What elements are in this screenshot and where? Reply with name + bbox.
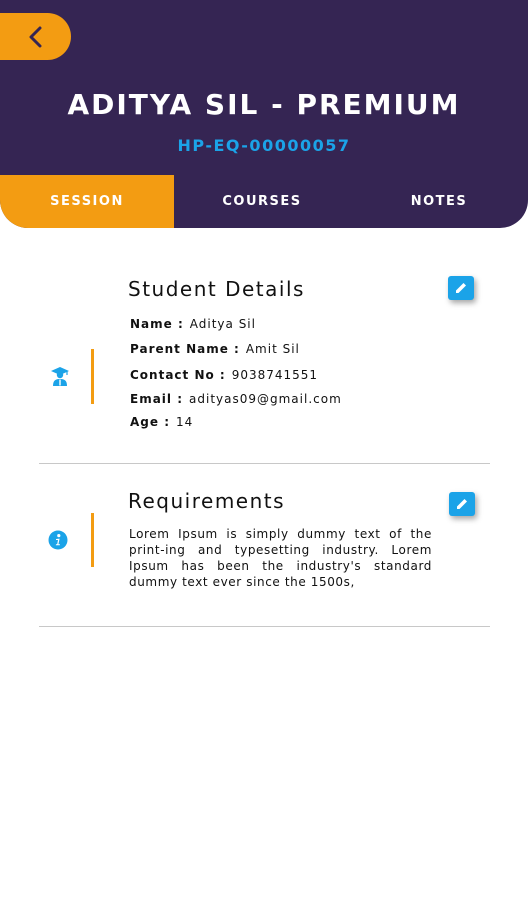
field-age: Age : 14 bbox=[130, 415, 193, 429]
field-email-value: adityas09@gmail.com bbox=[189, 392, 342, 406]
requirements-text: Lorem Ipsum is simply dummy text of the … bbox=[129, 527, 432, 589]
field-email-label: Email : bbox=[130, 392, 184, 406]
student-details-accent bbox=[91, 349, 94, 404]
edit-requirements-button[interactable] bbox=[449, 492, 475, 516]
profile-header: ADITYA SIL - PREMIUM HP-EQ-00000057 SESS… bbox=[0, 0, 528, 228]
student-details-title: Student Details bbox=[128, 277, 305, 301]
field-contact-label: Contact No : bbox=[130, 368, 226, 382]
graduate-icon bbox=[50, 366, 70, 386]
field-email: Email : adityas09@gmail.com bbox=[130, 392, 342, 406]
tab-courses[interactable]: COURSES bbox=[174, 175, 350, 228]
requirements-accent bbox=[91, 513, 94, 567]
tab-notes[interactable]: NOTES bbox=[350, 175, 528, 228]
field-parent-name-label: Parent Name : bbox=[130, 342, 240, 356]
section-divider bbox=[39, 626, 490, 627]
chevron-left-icon bbox=[29, 26, 41, 47]
field-parent-name: Parent Name : Amit Sil bbox=[130, 342, 300, 356]
student-id: HP-EQ-00000057 bbox=[177, 136, 351, 155]
pencil-icon bbox=[457, 499, 467, 509]
field-age-label: Age : bbox=[130, 415, 170, 429]
field-name-value: Aditya Sil bbox=[189, 317, 256, 331]
field-parent-name-value: Amit Sil bbox=[245, 342, 300, 356]
section-divider bbox=[39, 463, 490, 464]
pencil-icon bbox=[456, 283, 466, 293]
field-contact-value: 9038741551 bbox=[231, 368, 319, 382]
field-name-label: Name : bbox=[130, 317, 184, 331]
back-button[interactable] bbox=[0, 13, 71, 60]
field-contact: Contact No : 9038741551 bbox=[130, 368, 318, 382]
tab-bar: SESSION COURSES NOTES bbox=[0, 175, 528, 228]
info-icon bbox=[48, 530, 68, 550]
page-title: ADITYA SIL - PREMIUM bbox=[67, 88, 461, 121]
field-name: Name : Aditya Sil bbox=[130, 317, 256, 331]
edit-student-details-button[interactable] bbox=[448, 276, 474, 300]
requirements-title: Requirements bbox=[128, 489, 286, 513]
tab-session[interactable]: SESSION bbox=[0, 175, 174, 228]
field-age-value: 14 bbox=[176, 415, 194, 429]
